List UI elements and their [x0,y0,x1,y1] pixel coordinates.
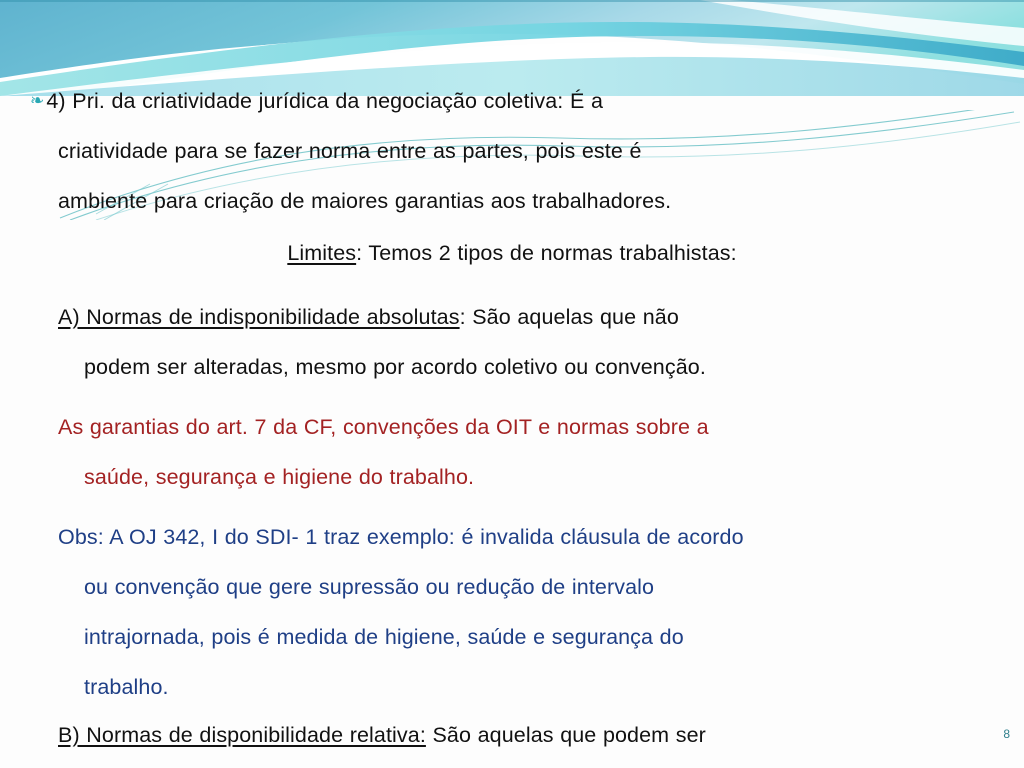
normas-a-line-2: podem ser alteradas, mesmo por acordo co… [84,355,706,379]
paragraph-limites: Limites: Temos 2 tipos de normas trabalh… [62,228,962,278]
slide-canvas: ❧4) Pri. da criatividade jurídica da neg… [0,0,1024,768]
paragraph-normas-absolutas: A) Normas de indisponibilidade absolutas… [58,292,930,392]
slide-body: ❧4) Pri. da criatividade jurídica da neg… [0,0,1024,768]
paragraph-principio-criatividade: ❧4) Pri. da criatividade jurídica da neg… [30,76,930,226]
paragraph-garantias-art7: As garantias do art. 7 da CF, convenções… [58,402,930,502]
obs-line-4: trabalho. [84,675,169,699]
obs-line-3: intrajornada, pois é medida de higiene, … [84,625,684,649]
obs-line-1: Obs: A OJ 342, I do SDI- 1 traz exemplo:… [58,525,744,549]
slide-number: 8 [1003,727,1010,741]
normas-a-rest: : São aquelas que não [459,305,679,329]
normas-b-heading: B) Normas de disponibilidade relativa: [58,723,426,747]
principio-line-2: criatividade para se fazer norma entre a… [58,139,642,163]
normas-a-heading: A) Normas de indisponibilidade absolutas [58,305,460,329]
paragraph-observacao-oj342: Obs: A OJ 342, I do SDI- 1 traz exemplo:… [58,512,930,712]
garantias-line-2: saúde, segurança e higiene do trabalho. [84,465,475,489]
limites-label: Limites [287,241,357,265]
principio-line-3: ambiente para criação de maiores garanti… [58,189,672,213]
obs-line-2: ou convenção que gere supressão ou reduç… [84,575,655,599]
normas-b-rest: São aquelas que podem ser [425,723,706,747]
paragraph-normas-relativas: B) Normas de disponibilidade relativa: S… [58,712,930,758]
bullet-glyph-icon: ❧ [30,91,45,110]
limites-rest: : Temos 2 tipos de normas trabalhistas: [356,241,737,265]
principio-line-1: 4) Pri. da criatividade jurídica da nego… [46,89,604,113]
garantias-line-1: As garantias do art. 7 da CF, convenções… [58,415,709,439]
